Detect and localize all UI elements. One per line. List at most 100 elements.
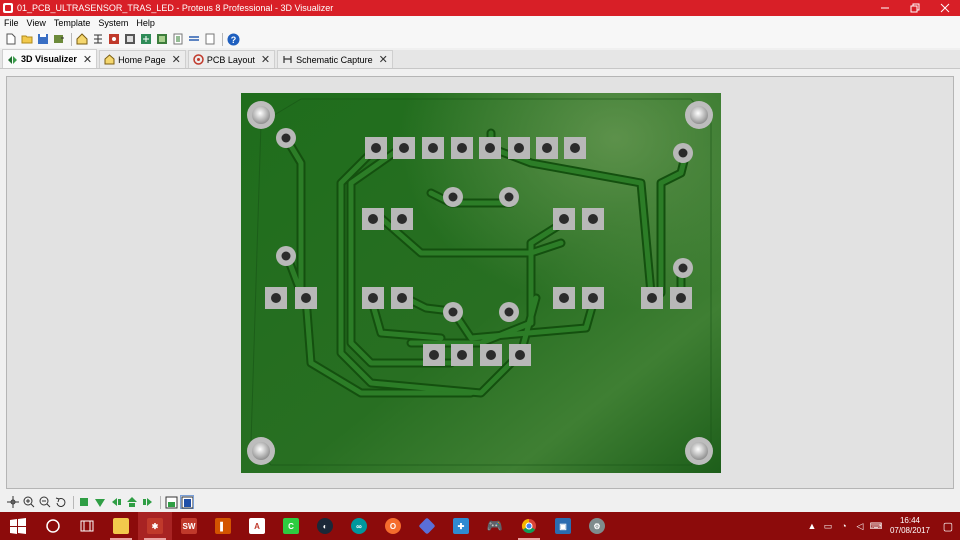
minimize-button[interactable] (870, 0, 900, 16)
left-view-button[interactable] (109, 495, 123, 509)
network-icon[interactable]: ◔ (836, 521, 852, 531)
bom-button[interactable] (123, 32, 137, 46)
top-view-button[interactable] (77, 495, 91, 509)
pcb-icon (109, 34, 119, 44)
save-button[interactable] (36, 32, 50, 46)
taskbar-autocad[interactable]: A (240, 512, 274, 540)
arduino-icon: ∞ (351, 518, 367, 534)
restore-button[interactable] (900, 0, 930, 16)
volume-icon[interactable]: ◁ (852, 521, 868, 532)
design-explorer-button[interactable] (171, 32, 185, 46)
taskbar-proteus[interactable]: ✱ (138, 512, 172, 540)
taskbar-illustrator[interactable]: ▌ (206, 512, 240, 540)
tab-home-page[interactable]: Home Page ✕ (99, 50, 186, 68)
right-view-button[interactable] (141, 495, 155, 509)
tab-pcb-layout[interactable]: PCB Layout ✕ (187, 50, 276, 68)
close-tab-icon[interactable]: ✕ (261, 53, 270, 66)
taskbar-arduino[interactable]: ∞ (342, 512, 376, 540)
zoom-in-button[interactable] (22, 495, 36, 509)
taskbar-file-explorer[interactable] (104, 512, 138, 540)
pad-drill (271, 293, 281, 303)
pad-drill (368, 293, 378, 303)
pcb-button[interactable] (107, 32, 121, 46)
taskbar-vs[interactable] (410, 512, 444, 540)
taskbar-cortana[interactable] (36, 512, 70, 540)
front-view-icon (127, 497, 137, 507)
fit-view-button[interactable] (164, 495, 178, 509)
toolbar-separator (73, 495, 74, 509)
tab-3d-visualizer[interactable]: 3D Visualizer ✕ (2, 49, 98, 68)
new-file-button[interactable] (4, 32, 18, 46)
close-tab-icon[interactable]: ✕ (379, 53, 388, 66)
menu-template[interactable]: Template (50, 18, 95, 28)
clock[interactable]: 16:44 07/08/2017 (884, 516, 936, 536)
pad-drill (486, 350, 496, 360)
fit-view-icon (165, 496, 177, 508)
schematic-button[interactable] (91, 32, 105, 46)
design-explorer-icon (173, 33, 183, 45)
taskbar-tools[interactable]: ⚙ (580, 512, 614, 540)
taskbar-camtasia[interactable]: C (274, 512, 308, 540)
battery-icon[interactable]: ▭ (820, 521, 836, 532)
pad-drill (515, 350, 525, 360)
notes2-button[interactable] (203, 32, 217, 46)
component-height-button[interactable] (180, 495, 194, 509)
taskbar-steam[interactable]: ◐ (308, 512, 342, 540)
taskbar-origin[interactable]: O (376, 512, 410, 540)
pad-drill (371, 143, 381, 153)
ppsspp-icon: ✚ (453, 518, 469, 534)
zoom-in-icon (23, 496, 35, 508)
bottom-view-button[interactable] (93, 495, 107, 509)
notification-center-icon[interactable]: ▢ (936, 520, 960, 533)
close-tab-icon[interactable]: ✕ (83, 53, 92, 66)
close-tab-icon[interactable]: ✕ (172, 53, 181, 66)
taskbar-gamepad[interactable]: 🎮 (478, 512, 512, 540)
open-folder-button[interactable] (20, 32, 34, 46)
menu-view[interactable]: View (23, 18, 50, 28)
taskbar-virtualbox[interactable]: ▣ (546, 512, 580, 540)
start-button[interactable] (0, 512, 36, 540)
pad-drill (281, 133, 291, 143)
help-button[interactable]: ? (226, 32, 240, 46)
pcb-board[interactable] (241, 93, 721, 473)
right-view-icon (143, 498, 152, 506)
menu-help[interactable]: Help (132, 18, 159, 28)
tab-label: Schematic Capture (296, 54, 373, 65)
pad-drill (570, 143, 580, 153)
chrome-icon (521, 518, 536, 534)
pad-drill (428, 143, 438, 153)
taskbar-ppsspp[interactable]: ✚ (444, 512, 478, 540)
component-height-icon (181, 496, 193, 508)
menu-bar: File View Template System Help (0, 16, 960, 30)
zoom-out-button[interactable] (38, 495, 52, 509)
taskbar-chrome[interactable] (512, 512, 546, 540)
pad-drill (397, 214, 407, 224)
file-explorer-icon (113, 518, 129, 534)
source-button[interactable] (155, 32, 169, 46)
front-view-button[interactable] (125, 495, 139, 509)
tab-schematic-capture[interactable]: Schematic Capture ✕ (277, 50, 393, 68)
pan-button[interactable] (6, 495, 20, 509)
gerber-button[interactable] (139, 32, 153, 46)
home-button[interactable] (75, 32, 89, 46)
top-view-icon (80, 498, 88, 506)
3d-viewport[interactable] (6, 76, 954, 489)
menu-system[interactable]: System (94, 18, 132, 28)
keyboard-icon[interactable]: ⌨ (868, 521, 884, 532)
chevron-up-icon[interactable]: ▲ (804, 521, 820, 531)
close-button[interactable] (930, 0, 960, 16)
taskbar-solidworks[interactable]: SW (172, 512, 206, 540)
menu-file[interactable]: File (0, 18, 23, 28)
import-button[interactable] (52, 32, 66, 46)
pad-drill (485, 143, 495, 153)
title-bar: 01_PCB_ULTRASENSOR_TRAS_LED - Proteus 8 … (0, 0, 960, 16)
pad-drill (281, 251, 291, 261)
notes-button[interactable] (187, 32, 201, 46)
rotate-button[interactable] (54, 495, 68, 509)
pad-drill (676, 293, 686, 303)
taskbar-task-view[interactable] (70, 512, 104, 540)
window-title: 01_PCB_ULTRASENSOR_TRAS_LED - Proteus 8 … (17, 3, 334, 13)
illustrator-like-icon: ▌ (215, 518, 231, 534)
mounting-hole-drill (690, 442, 708, 460)
toolbar-separator (71, 32, 72, 46)
